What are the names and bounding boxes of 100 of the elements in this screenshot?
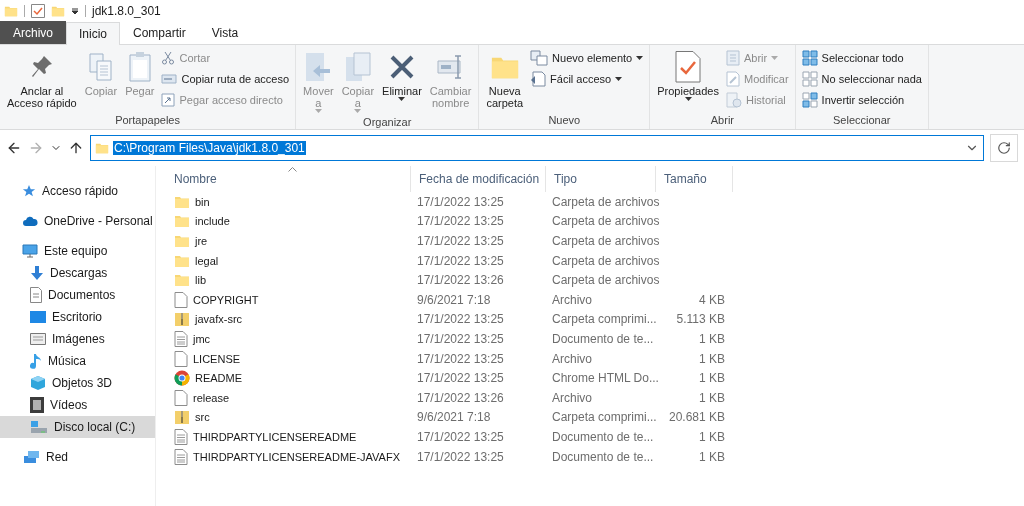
desktop-icon (30, 311, 46, 323)
table-cell-text: 5.113 KB (675, 312, 726, 327)
file-name[interactable]: release (166, 389, 411, 406)
table-cell-text: Documento de te... (551, 429, 655, 444)
ribbon-button[interactable]: Seleccionar todo (801, 49, 922, 67)
cube-icon (30, 375, 46, 391)
sidebar-item[interactable]: Escritorio (0, 306, 155, 328)
document-icon (174, 389, 188, 406)
dropdown-icon[interactable] (71, 7, 79, 15)
table-cell-text: Archivo (551, 292, 593, 307)
sidebar-item[interactable]: Imágenes (0, 328, 155, 350)
group-label: Organizar (363, 115, 412, 129)
ribbon-button[interactable]: Copiar ruta de acceso (161, 70, 290, 88)
table-cell-text: 1 KB (698, 449, 726, 464)
group-label: Nuevo (548, 113, 581, 128)
image-icon (30, 333, 46, 345)
column-header[interactable]: Tamaño (656, 166, 733, 192)
column-header[interactable]: Tipo (546, 166, 656, 192)
file-name[interactable]: README (166, 370, 411, 387)
ribbon-button[interactable]: Fácil acceso (530, 70, 644, 88)
sidebar-item[interactable]: Documentos (0, 284, 155, 306)
document-icon (174, 291, 188, 308)
table-cell-text: 1 KB (698, 390, 726, 405)
film-icon (30, 397, 44, 413)
table-cell-text: Documento de te... (551, 449, 655, 464)
ribbon-button[interactable]: Propiedades (654, 47, 722, 113)
table-cell-text: 17/1/2022 13:25 (416, 449, 505, 464)
document-icon (30, 287, 42, 303)
ribbon-button[interactable]: Invertir selección (801, 91, 922, 109)
ribbon-button[interactable]: Nuevo elemento (530, 49, 644, 67)
file-name[interactable]: LICENSE (166, 350, 411, 367)
folder-icon (95, 141, 109, 155)
table-cell-text: 9/6/2021 7:18 (416, 292, 492, 307)
sidebar-item[interactable]: Acceso rápido (0, 180, 155, 202)
group-label: Seleccionar (833, 113, 891, 128)
file-name[interactable]: legal (166, 252, 411, 269)
table-cell-text: 1 KB (698, 331, 726, 346)
table-cell-text: 20.681 KB (667, 410, 726, 425)
sidebar-item[interactable]: Red (0, 446, 155, 468)
refresh-icon[interactable] (997, 141, 1011, 155)
new-item-icon (530, 50, 549, 66)
network-icon (22, 450, 40, 464)
sidebar-item[interactable]: Objetos 3D (0, 372, 155, 394)
file-name[interactable]: THIRDPARTYLICENSEREADME-JAVAFX (166, 448, 411, 465)
file-name[interactable]: bin (166, 193, 411, 210)
back-icon[interactable] (6, 140, 22, 156)
sidebar-item[interactable]: Descargas (0, 262, 155, 284)
table-cell-text: 9/6/2021 7:18 (416, 410, 492, 425)
table-cell-text: Chrome HTML Do... (551, 371, 656, 386)
up-icon[interactable] (68, 140, 84, 156)
table-cell-text: 17/1/2022 13:25 (416, 331, 505, 346)
table-cell-text: Carpeta comprimi... (551, 312, 656, 327)
file-name[interactable]: jre (166, 233, 411, 249)
edit-icon (726, 71, 740, 87)
file-name[interactable]: src (166, 409, 411, 426)
column-header[interactable]: Nombre (166, 166, 411, 192)
text-document-icon (174, 428, 188, 445)
download-icon (30, 265, 44, 281)
file-name[interactable]: javafx-src (166, 311, 411, 328)
sidebar-item[interactable]: Este equipo (0, 240, 155, 262)
ribbon-button[interactable]: Nueva carpeta (483, 47, 527, 113)
ribbon-button[interactable]: Eliminar (379, 47, 425, 115)
file-name[interactable]: lib (166, 272, 411, 289)
clipboard-icon (127, 51, 152, 83)
table-cell-text: 17/1/2022 13:26 (416, 390, 505, 405)
select-none-icon (801, 71, 818, 87)
properties-icon[interactable] (31, 4, 45, 18)
move-icon (304, 51, 333, 83)
file-menu-tab[interactable]: Archivo (0, 21, 66, 44)
group-label: Portapapeles (115, 113, 180, 128)
ribbon-tab[interactable]: Vista (198, 21, 252, 44)
drive-icon (30, 420, 48, 434)
text-document-icon (174, 448, 188, 465)
text-document-icon (174, 330, 188, 347)
table-cell-text: 17/1/2022 13:26 (416, 273, 505, 288)
copy-icon (87, 52, 114, 82)
refresh-button[interactable] (990, 134, 1018, 162)
computer-icon (22, 244, 38, 258)
file-name[interactable]: THIRDPARTYLICENSEREADME (166, 428, 411, 445)
sidebar-item[interactable]: Música (0, 350, 155, 372)
sidebar-item[interactable]: Vídeos (0, 394, 155, 416)
shortcut-icon (161, 93, 176, 107)
group-label: Abrir (710, 113, 734, 128)
sidebar-item[interactable]: Disco local (C:) (0, 416, 155, 438)
file-name[interactable]: include (166, 213, 411, 230)
file-name[interactable]: COPYRIGHT (166, 291, 411, 308)
easy-access-icon (530, 71, 547, 87)
window-title: jdk1.8.0_301 (92, 4, 161, 18)
ribbon-tab[interactable]: Compartir (120, 21, 199, 44)
sidebar-item[interactable]: OneDrive - Personal (0, 210, 155, 232)
column-header[interactable]: Fecha de modificación (411, 166, 546, 192)
ribbon-button[interactable]: No seleccionar nada (801, 70, 922, 88)
ribbon-tab[interactable]: Inicio (66, 22, 121, 45)
ribbon-button[interactable]: Anclar al Acceso rápido (4, 47, 80, 113)
table-cell-text: 17/1/2022 13:25 (416, 371, 505, 386)
file-name[interactable]: jmc (166, 330, 411, 347)
table-cell-text: 17/1/2022 13:25 (416, 253, 505, 268)
table-cell-text: 17/1/2022 13:25 (416, 214, 505, 229)
address-field[interactable]: C:\Program Files\Java\jdk1.8.0_301 (90, 135, 984, 161)
open-icon (726, 50, 740, 66)
